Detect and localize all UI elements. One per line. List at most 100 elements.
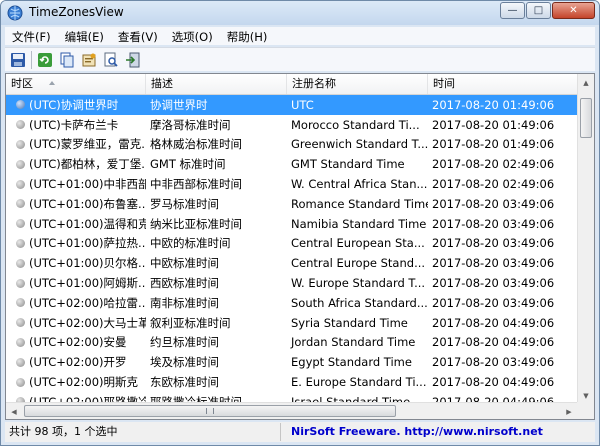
scroll-left-icon[interactable]: ◀ <box>6 403 22 419</box>
cell-text: (UTC+02:00)大马士革 <box>29 315 146 330</box>
table-row[interactable]: (UTC)都柏林，爱丁堡... GMT 标准时间 GMT Standard Time… <box>6 154 577 174</box>
save-icon <box>11 52 25 67</box>
cell-registry-name: W. Central Africa Stan... <box>291 177 428 192</box>
table-body: (UTC)协调世界时 协调世界时 UTC 2017-08-20 01:49:06 (UT… <box>6 95 577 405</box>
table-row[interactable]: (UTC)卡萨布兰卡 摩洛哥标准时间 Morocco Standard Ti... 2… <box>6 115 577 135</box>
cell-time: 2017-08-20 03:49:06 <box>432 236 555 251</box>
cell-registry-name: Egypt Standard Time <box>291 355 412 370</box>
toolbar <box>5 47 595 71</box>
timezone-status-icon <box>16 337 25 347</box>
timezone-status-icon <box>16 179 25 189</box>
menu-view[interactable]: 查看(V) <box>111 27 165 45</box>
cell-description: 协调世界时 <box>150 97 208 112</box>
find-button[interactable] <box>102 51 120 69</box>
scroll-right-icon[interactable]: ▶ <box>561 403 577 419</box>
cell-time: 2017-08-20 02:49:06 <box>432 177 555 192</box>
nirsoft-link[interactable]: NirSoft Freeware. http://www.nirsoft.net <box>281 423 543 441</box>
timezone-status-icon <box>16 318 25 328</box>
copy-icon <box>60 52 74 67</box>
grip-icon <box>206 408 214 414</box>
cell-timezone: (UTC+01:00)温得和克 <box>6 216 146 232</box>
cell-registry-name: South Africa Standard... <box>291 295 428 310</box>
menu-options[interactable]: 选项(O) <box>165 27 220 45</box>
column-header-registry-name[interactable]: 注册名称 <box>287 74 428 94</box>
table-header: 时区 描述 注册名称 时间 <box>6 74 594 95</box>
cell-registry-name: UTC <box>291 97 314 112</box>
table-row[interactable]: (UTC+01:00)中非西部 中非西部标准时间 W. Central Africa… <box>6 174 577 194</box>
horizontal-scroll-thumb[interactable] <box>24 405 396 417</box>
table-row[interactable]: (UTC+02:00)安曼 约旦标准时间 Jordan Standard Time 2… <box>6 333 577 353</box>
cell-text: (UTC+01:00)贝尔格... <box>29 256 146 271</box>
cell-timezone: (UTC)协调世界时 <box>6 97 146 113</box>
window-title: TimeZonesView <box>29 5 124 19</box>
menu-file[interactable]: 文件(F) <box>5 27 58 45</box>
copy-button[interactable] <box>58 51 76 69</box>
properties-button[interactable] <box>80 51 98 69</box>
cell-description: 罗马标准时间 <box>150 196 219 211</box>
exit-icon <box>126 52 140 67</box>
table-row[interactable]: (UTC+01:00)布鲁塞... 罗马标准时间 Romance Standard … <box>6 194 577 214</box>
cell-text: (UTC+02:00)哈拉雷... <box>29 295 146 310</box>
title-bar[interactable]: TimeZonesView — □ ✕ <box>1 1 599 25</box>
cell-description: 中非西部标准时间 <box>150 177 242 192</box>
cell-time: 2017-08-20 01:49:06 <box>432 137 555 152</box>
cell-timezone: (UTC+01:00)布鲁塞... <box>6 196 146 212</box>
minimize-button[interactable]: — <box>500 2 525 19</box>
table-row[interactable]: (UTC+01:00)萨拉热... 中欧的标准时间 Central European… <box>6 234 577 254</box>
cell-timezone: (UTC)蒙罗维亚，雷克... <box>6 136 146 152</box>
column-header-timezone[interactable]: 时区 <box>6 74 146 94</box>
vertical-scroll-thumb[interactable] <box>580 98 592 138</box>
table-row[interactable]: (UTC+02:00)大马士革 叙利亚标准时间 Syria Standard Tim… <box>6 313 577 333</box>
app-icon <box>7 5 23 21</box>
refresh-button[interactable] <box>36 51 54 69</box>
exit-button[interactable] <box>124 51 142 69</box>
table-row[interactable]: (UTC+01:00)阿姆斯... 西欧标准时间 W. Europe Standar… <box>6 273 577 293</box>
cell-text: (UTC+01:00)中非西部 <box>29 177 146 192</box>
cell-description: 摩洛哥标准时间 <box>150 117 231 132</box>
menu-help[interactable]: 帮助(H) <box>220 27 275 45</box>
status-item-count: 共计 98 项，1 个选中 <box>5 423 281 441</box>
cell-time: 2017-08-20 03:49:06 <box>432 355 555 370</box>
cell-time: 2017-08-20 02:49:06 <box>432 157 555 172</box>
table-row[interactable]: (UTC)蒙罗维亚，雷克... 格林威治标准时间 Greenwich Standar… <box>6 135 577 155</box>
column-header-time[interactable]: 时间 <box>428 74 594 94</box>
cell-registry-name: Greenwich Standard T... <box>291 137 428 152</box>
table-row[interactable]: (UTC)协调世界时 协调世界时 UTC 2017-08-20 01:49:06 <box>6 95 577 115</box>
cell-timezone: (UTC+02:00)开罗 <box>6 354 146 370</box>
timezone-list[interactable]: 时区 描述 注册名称 时间 (UTC)协调世界时 协调世界时 UTC 2017-08-… <box>5 73 595 420</box>
cell-description: GMT 标准时间 <box>150 157 226 172</box>
cell-text: (UTC+02:00)明斯克 <box>29 375 139 390</box>
menu-edit[interactable]: 编辑(E) <box>58 27 111 45</box>
table-row[interactable]: (UTC+01:00)贝尔格... 中欧标准时间 Central Europe St… <box>6 253 577 273</box>
toolbar-separator <box>31 50 32 69</box>
cell-registry-name: Namibia Standard Time <box>291 216 427 231</box>
cell-description: 中欧的标准时间 <box>150 236 231 251</box>
cell-time: 2017-08-20 04:49:06 <box>432 375 555 390</box>
cell-registry-name: Jordan Standard Time <box>291 335 416 350</box>
cell-description: 叙利亚标准时间 <box>150 315 231 330</box>
cell-description: 约旦标准时间 <box>150 335 219 350</box>
timezone-status-icon <box>16 377 25 387</box>
scroll-up-icon[interactable]: ▲ <box>578 74 594 91</box>
vertical-scrollbar[interactable]: ▲ ▼ <box>577 74 594 404</box>
table-row[interactable]: (UTC+01:00)温得和克 纳米比亚标准时间 Namibia Standard … <box>6 214 577 234</box>
close-button[interactable]: ✕ <box>552 2 595 19</box>
cell-text: (UTC)都柏林，爱丁堡... <box>29 157 146 172</box>
cell-text: (UTC)协调世界时 <box>29 97 119 112</box>
cell-description: 西欧标准时间 <box>150 276 219 291</box>
timezone-status-icon <box>16 278 25 288</box>
cell-timezone: (UTC+01:00)阿姆斯... <box>6 275 146 291</box>
maximize-button[interactable]: □ <box>526 2 551 19</box>
timezone-status-icon <box>16 199 25 209</box>
column-header-description[interactable]: 描述 <box>146 74 287 94</box>
scroll-corner <box>577 402 594 419</box>
table-row[interactable]: (UTC+02:00)开罗 埃及标准时间 Egypt Standard Time 20… <box>6 352 577 372</box>
horizontal-scrollbar[interactable]: ◀ ▶ <box>6 402 577 419</box>
table-row[interactable]: (UTC+02:00)哈拉雷... 南非标准时间 South Africa Stan… <box>6 293 577 313</box>
find-icon <box>104 52 118 67</box>
timezone-status-icon <box>16 159 25 169</box>
table-row[interactable]: (UTC+02:00)明斯克 东欧标准时间 E. Europe Standard T… <box>6 372 577 392</box>
cell-timezone: (UTC+02:00)明斯克 <box>6 374 146 390</box>
save-button[interactable] <box>9 51 27 69</box>
cell-description: 中欧标准时间 <box>150 256 219 271</box>
